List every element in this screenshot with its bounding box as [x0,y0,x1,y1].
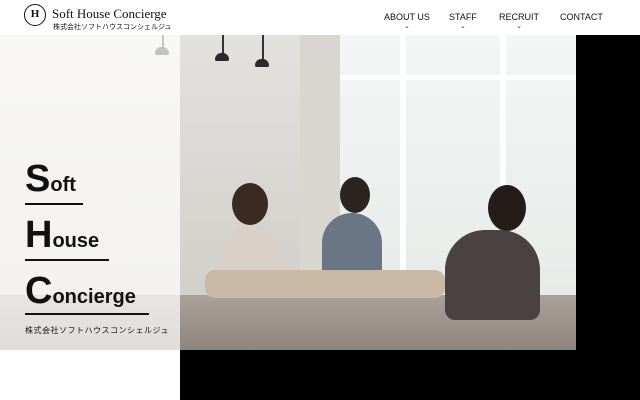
photo-person [340,177,370,213]
logo-icon: H [24,4,46,26]
nav-label: RECRUIT [499,12,539,22]
hero-word-concierge: Concierge [25,272,136,310]
photo-person [488,185,526,231]
nav-label: STAFF [449,12,477,22]
hero-underline [25,313,149,315]
nav-contact[interactable]: CONTACT [560,12,603,22]
chevron-down-icon: ⌄ [516,23,522,30]
photo-table [205,270,445,298]
hero-word-house: House [25,216,99,254]
chevron-down-icon: ⌄ [403,23,410,30]
hero-underline [25,259,109,261]
nav-about-us[interactable]: ABOUT US ⌄ [384,12,430,30]
photo-person [445,230,540,320]
nav-label: ABOUT US [384,12,430,22]
site-header: H Soft House Concierge 株式会社ソフトハウスコンシェルジュ… [0,0,640,35]
nav-staff[interactable]: STAFF ⌄ [449,12,477,30]
hero-word-cap: H [25,214,53,256]
chevron-down-icon: ⌄ [459,23,466,30]
hero-word-rest: ouse [52,230,100,252]
company-name: Soft House Concierge [52,6,167,21]
hero-subtitle: 株式会社ソフトハウスコンシェルジュ [25,326,169,335]
photo-person [232,183,268,225]
hero-word-rest: oncierge [52,286,136,308]
nav-recruit[interactable]: RECRUIT ⌄ [499,12,539,30]
company-name-ja: 株式会社ソフトハウスコンシェルジュ [53,24,172,31]
hero-word-cap: S [25,158,51,200]
hero-word-soft: Soft [25,160,76,198]
hero-word-cap: C [25,270,53,312]
hero-word-rest: oft [50,174,76,196]
hero-underline [25,203,83,205]
nav-label: CONTACT [560,12,603,22]
